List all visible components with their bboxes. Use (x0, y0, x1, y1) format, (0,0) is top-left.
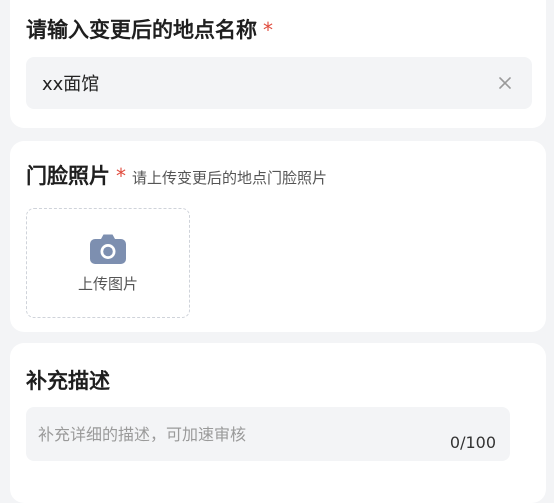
location-name-title: 请输入变更后的地点名称 * (26, 14, 273, 44)
upload-image-label: 上传图片 (77, 274, 138, 293)
supplement-title: 补充描述 (26, 369, 110, 393)
storefront-photo-title: 门脸照片 * 请上传变更后的地点门脸照片 (26, 160, 327, 190)
close-icon[interactable] (494, 72, 516, 94)
supplement-textarea[interactable]: 补充详细的描述，可加速审核 0/100 (26, 407, 510, 461)
location-name-label: 请输入变更后的地点名称 (26, 18, 257, 42)
storefront-photo-card: 门脸照片 * 请上传变更后的地点门脸照片 上传图片 (10, 141, 546, 332)
location-name-value[interactable]: xx面馆 (42, 70, 494, 96)
location-name-input[interactable]: xx面馆 (26, 57, 532, 109)
required-mark: * (116, 164, 126, 188)
camera-icon (90, 234, 126, 264)
upload-image-button[interactable]: 上传图片 (26, 208, 190, 318)
required-mark: * (263, 18, 273, 42)
supplement-placeholder: 补充详细的描述，可加速审核 (38, 425, 247, 444)
character-count: 0/100 (449, 433, 496, 452)
supplement-card: 补充描述 补充详细的描述，可加速审核 0/100 (10, 343, 546, 503)
location-name-card: 请输入变更后的地点名称 * xx面馆 (10, 0, 546, 128)
storefront-photo-hint: 请上传变更后的地点门脸照片 (132, 169, 328, 187)
storefront-photo-label: 门脸照片 (26, 164, 110, 188)
